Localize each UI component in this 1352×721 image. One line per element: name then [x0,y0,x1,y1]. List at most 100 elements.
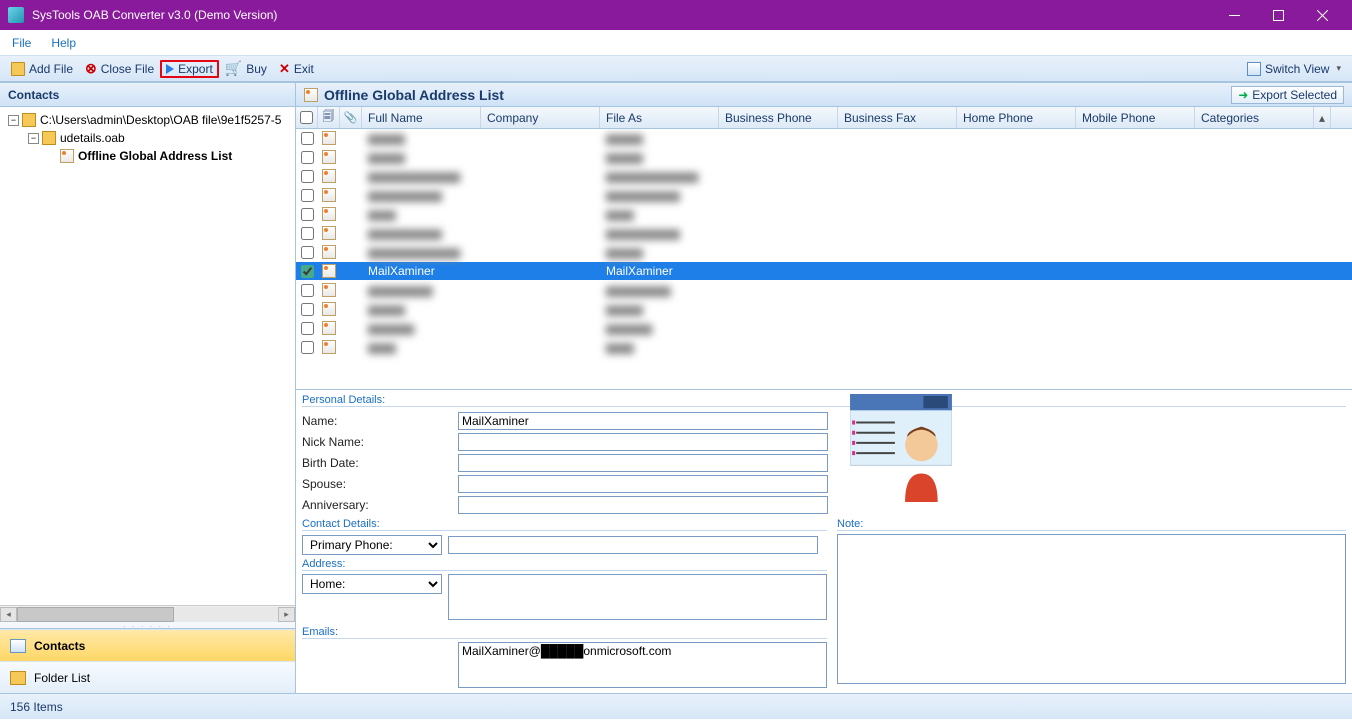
col-company[interactable]: Company [481,107,600,128]
row-checkbox[interactable] [301,189,314,202]
table-row[interactable]: ▆▆▆▆▆▆▆▆▆▆▆▆▆▆▆▆▆▆▆▆ [296,167,1352,186]
row-checkbox[interactable] [301,284,314,297]
table-row[interactable]: ▆▆▆▆▆▆ [296,338,1352,357]
row-checkbox[interactable] [301,227,314,240]
status-bar: 156 Items [0,693,1352,719]
table-row[interactable]: ▆▆▆▆▆▆▆▆▆▆▆▆▆▆ [296,281,1352,300]
cart-icon: 🛒 [225,60,242,77]
menu-bar: File Help [0,30,1352,56]
cell-fileas: ▆▆▆▆ [600,302,719,316]
contact-icon [322,226,336,240]
cell-fullname: ▆▆▆▆▆▆▆ [362,283,481,297]
address-input[interactable] [448,574,827,620]
minimize-button[interactable] [1212,0,1256,30]
select-all-checkbox[interactable] [300,111,313,124]
grid-body[interactable]: ▆▆▆▆▆▆▆▆▆▆▆▆▆▆▆▆▆▆▆▆▆▆▆▆▆▆▆▆▆▆▆▆▆▆▆▆▆▆▆▆… [296,129,1352,389]
contact-image [850,394,952,502]
col-busphone[interactable]: Business Phone [719,107,838,128]
name-input[interactable] [458,412,828,430]
tree-toggle[interactable]: − [28,133,39,144]
row-checkbox[interactable] [301,151,314,164]
attachment-column[interactable] [340,107,362,128]
table-row[interactable]: ▆▆▆▆▆▆▆▆▆▆▆▆▆▆▆▆ [296,224,1352,243]
birth-input[interactable] [458,454,828,472]
cell-fullname: ▆▆▆ [362,207,481,221]
contact-icon [322,207,336,221]
col-fileas[interactable]: File As [600,107,719,128]
menu-file[interactable]: File [12,36,31,50]
close-file-button[interactable]: ⊗Close File [79,58,160,79]
nav-folder-list[interactable]: Folder List [0,661,295,693]
export-button[interactable]: Export [160,60,219,78]
scroll-up-arrow[interactable]: ▴ [1314,107,1331,128]
add-file-button[interactable]: Add File [5,60,79,78]
icon-column[interactable]: 🗐 [318,107,340,128]
tree-toggle[interactable]: − [8,115,19,126]
col-mobile[interactable]: Mobile Phone [1076,107,1195,128]
phone-type-select[interactable]: Primary Phone: [302,535,442,555]
cell-fileas: ▆▆▆▆▆▆▆▆ [600,188,719,202]
table-row[interactable]: ▆▆▆▆▆▆▆▆▆▆▆▆▆▆ [296,243,1352,262]
col-categories[interactable]: Categories [1195,107,1314,128]
cell-fileas: ▆▆▆▆ [600,150,719,164]
row-checkbox[interactable] [301,208,314,221]
nav-contacts[interactable]: Contacts [0,629,295,661]
spouse-input[interactable] [458,475,828,493]
export-selected-button[interactable]: ➜Export Selected [1231,86,1344,104]
buy-button[interactable]: 🛒Buy [219,58,273,79]
title-bar: SysTools OAB Converter v3.0 (Demo Versio… [0,0,1352,30]
row-checkbox[interactable] [301,303,314,316]
close-button[interactable] [1300,0,1344,30]
table-row[interactable]: ▆▆▆▆ ▆▆▆▆ [296,300,1352,319]
row-checkbox[interactable] [301,322,314,335]
contact-icon [322,188,336,202]
table-row[interactable]: ▆▆▆▆▆▆▆▆ [296,129,1352,148]
tree-horizontal-scrollbar[interactable]: ◂ ▸ [0,605,295,622]
col-homephone[interactable]: Home Phone [957,107,1076,128]
table-row[interactable]: ▆▆▆▆▆▆ [296,205,1352,224]
close-icon: ⊗ [85,60,97,77]
contact-icon [322,283,336,297]
table-row[interactable]: ▆▆▆▆▆▆▆▆▆▆ [296,319,1352,338]
anniv-input[interactable] [458,496,828,514]
cell-fullname: ▆▆▆▆▆▆▆▆ [362,188,481,202]
cell-fullname: ▆▆▆▆ [362,302,481,316]
menu-help[interactable]: Help [51,36,76,50]
contact-icon [322,169,336,183]
exit-button[interactable]: ✕Exit [273,59,320,79]
contact-icon [322,302,336,316]
maximize-button[interactable] [1256,0,1300,30]
address-type-select[interactable]: Home: [302,574,442,594]
nick-input[interactable] [458,433,828,451]
row-checkbox[interactable] [301,170,314,183]
table-row[interactable]: ▆▆▆▆ ▆▆▆▆ [296,148,1352,167]
table-row[interactable]: MailXaminerMailXaminer [296,262,1352,281]
tree-root[interactable]: C:\Users\admin\Desktop\OAB file\9e1f5257… [40,113,281,127]
folder-icon [10,671,26,685]
row-checkbox[interactable] [301,265,314,278]
row-checkbox[interactable] [301,246,314,259]
table-row[interactable]: ▆▆▆▆▆▆▆▆ ▆▆▆▆▆▆▆▆ [296,186,1352,205]
scroll-thumb[interactable] [17,607,174,622]
nick-label: Nick Name: [302,435,452,449]
scroll-left-arrow[interactable]: ◂ [0,607,17,622]
note-input[interactable] [837,534,1346,684]
address-legend: Address: [302,558,827,571]
row-checkbox[interactable] [301,132,314,145]
tree-file[interactable]: udetails.oab [60,131,125,145]
col-busfax[interactable]: Business Fax [838,107,957,128]
cell-fileas: ▆▆▆▆▆ [600,321,719,335]
cell-fullname: ▆▆▆▆ [362,150,481,164]
folder-tree[interactable]: −C:\Users\admin\Desktop\OAB file\9e1f525… [0,107,295,605]
emails-input[interactable]: MailXaminer@█████onmicrosoft.com [458,642,827,688]
play-icon [166,64,174,74]
col-fullname[interactable]: Full Name [362,107,481,128]
scroll-right-arrow[interactable]: ▸ [278,607,295,622]
phone-input[interactable] [448,536,818,554]
switch-view-dropdown[interactable]: Switch View [1241,60,1347,78]
cell-fileas: ▆▆▆▆ [600,131,719,145]
nav-section: Contacts Folder List [0,628,295,693]
tree-address-list[interactable]: Offline Global Address List [78,149,232,163]
row-checkbox[interactable] [301,341,314,354]
toolbar: Add File ⊗Close File Export 🛒Buy ✕Exit S… [0,56,1352,82]
